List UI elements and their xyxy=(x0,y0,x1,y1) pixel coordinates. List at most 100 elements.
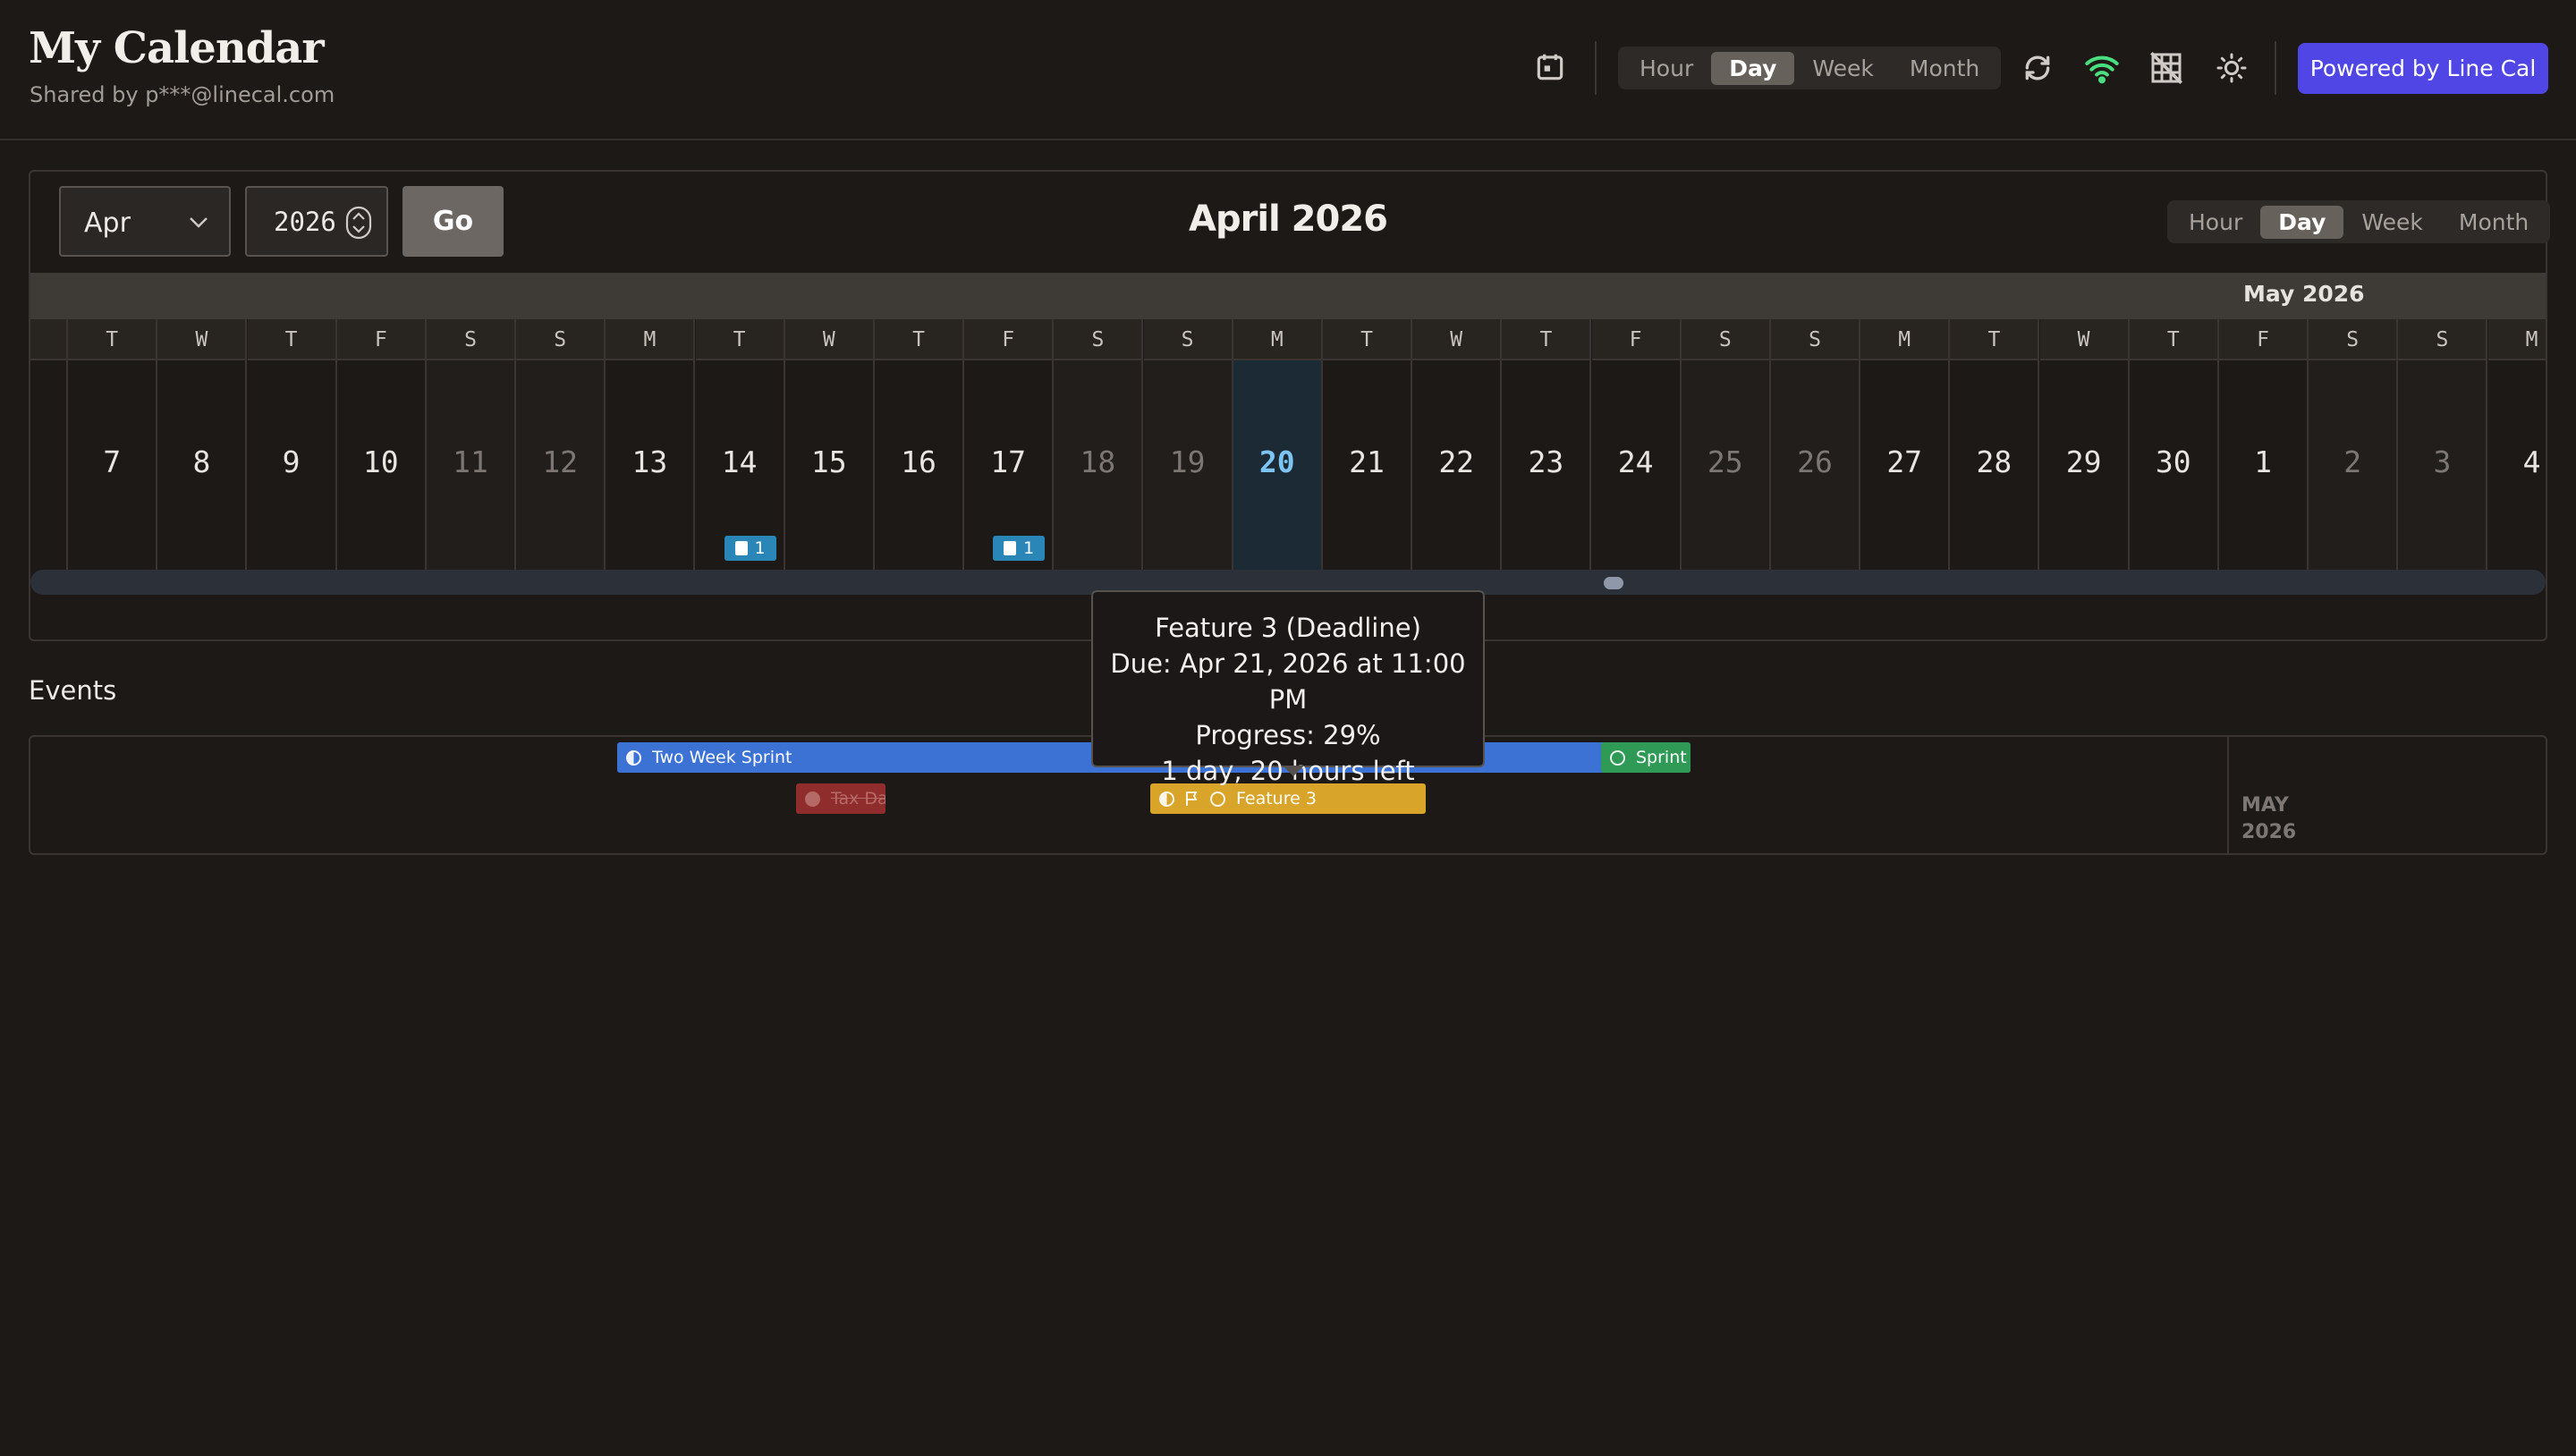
day-cell[interactable]: T 28 xyxy=(1950,319,2040,570)
day-cell[interactable]: S 18 xyxy=(1054,319,1144,570)
day-cell[interactable]: T 23 xyxy=(1502,319,1592,570)
note-icon xyxy=(1004,541,1017,555)
calendar-tab-month[interactable]: Month xyxy=(2441,206,2546,239)
day-cell[interactable]: S 19 xyxy=(1143,319,1233,570)
day-cell[interactable]: T 30 xyxy=(2129,319,2219,570)
header-tab-hour[interactable]: Hour xyxy=(1622,52,1711,85)
weekday-letter: W xyxy=(157,319,246,360)
day-number: 13 xyxy=(631,444,668,479)
month-marker-year: 2026 xyxy=(2241,821,2297,843)
weekday-letter: T xyxy=(1950,319,2038,360)
day-note-badge[interactable]: 1 xyxy=(724,536,776,561)
check-circle-icon xyxy=(805,791,820,807)
day-cell[interactable]: S 12 xyxy=(516,319,606,570)
day-cell[interactable]: W 29 xyxy=(2039,319,2130,570)
weekday-letter: S xyxy=(427,319,514,360)
day-cell[interactable]: W8 xyxy=(157,319,248,570)
calendar-tab-week[interactable]: Week xyxy=(2343,206,2441,239)
clock-icon xyxy=(1610,749,1625,766)
weekday-letter: F xyxy=(1591,319,1680,360)
day-cell[interactable]: M 13 xyxy=(606,319,696,570)
calendar-icon[interactable] xyxy=(1533,50,1567,84)
header-view-switcher: Hour Day Week Month xyxy=(1618,47,2002,89)
day-cell[interactable]: T 16 xyxy=(875,319,964,570)
grid-off-icon[interactable] xyxy=(2148,50,2184,86)
day-number: 15 xyxy=(810,444,847,479)
day-cell-today[interactable]: M 20 xyxy=(1233,319,1323,570)
brightness-icon[interactable] xyxy=(2214,50,2250,86)
day-number: 11 xyxy=(453,444,488,479)
tooltip-arrow xyxy=(1283,766,1304,776)
weekday-letter: S xyxy=(2309,319,2397,360)
weekday-letter: F xyxy=(2219,319,2307,360)
calendar-tab-hour[interactable]: Hour xyxy=(2171,206,2260,239)
app-header: My Calendar Shared by p***@linecal.com H… xyxy=(0,0,2576,140)
scrollbar-thumb[interactable] xyxy=(1604,577,1623,589)
day-number: 22 xyxy=(1438,444,1475,479)
day-number: 12 xyxy=(542,444,579,479)
weekday-letter: T xyxy=(1323,319,1411,360)
month-select[interactable]: Apr xyxy=(59,186,231,257)
app-title: My Calendar xyxy=(29,23,325,73)
day-cell[interactable]: T 14 1 xyxy=(695,319,785,570)
day-number: 18 xyxy=(1080,444,1116,479)
day-cell[interactable]: S2 xyxy=(2309,319,2399,570)
header-divider-2 xyxy=(2275,41,2276,95)
progress-half-icon xyxy=(1159,791,1174,807)
day-cell[interactable]: S 26 xyxy=(1771,319,1860,570)
day-cell[interactable]: M6 xyxy=(30,319,68,570)
day-number: 2 xyxy=(2343,444,2362,479)
day-number: 30 xyxy=(2155,444,2191,479)
day-number: 7 xyxy=(103,444,122,479)
event-tax-day[interactable]: Tax Day xyxy=(796,783,886,814)
day-cell[interactable]: S 11 xyxy=(427,319,516,570)
day-cell[interactable]: F1 xyxy=(2219,319,2309,570)
day-number: 24 xyxy=(1617,444,1654,479)
day-number: 14 xyxy=(721,444,758,479)
day-cell[interactable]: M4 xyxy=(2487,319,2546,570)
stepper-arrows-icon[interactable] xyxy=(345,206,372,240)
weekday-letter: T xyxy=(247,319,335,360)
go-button[interactable]: Go xyxy=(402,186,504,257)
day-cell[interactable]: T7 xyxy=(68,319,158,570)
weekday-letter: W xyxy=(2039,319,2128,360)
day-cell[interactable]: W 22 xyxy=(1412,319,1503,570)
day-note-badge[interactable]: 1 xyxy=(993,536,1046,561)
note-icon xyxy=(734,541,748,555)
day-cell[interactable]: S 25 xyxy=(1681,319,1771,570)
tooltip-due: Due: Apr 21, 2026 at 11:00 PM xyxy=(1110,648,1466,715)
day-number: 6 xyxy=(30,444,66,479)
day-cell[interactable]: M 27 xyxy=(1860,319,1951,570)
day-cell[interactable]: W 15 xyxy=(784,319,875,570)
header-tab-month[interactable]: Month xyxy=(1892,52,1997,85)
year-stepper[interactable]: 2026 xyxy=(245,186,388,257)
powered-by-button[interactable]: Powered by Line Cal xyxy=(2298,43,2548,94)
weekday-letter: S xyxy=(1681,319,1769,360)
day-cell[interactable]: S3 xyxy=(2398,319,2488,570)
event-label: Tax Day xyxy=(831,789,886,808)
month-header-strip xyxy=(30,273,2546,319)
day-number: 28 xyxy=(1976,444,2012,479)
day-cell[interactable]: T9 xyxy=(247,319,337,570)
day-cell[interactable]: F 24 xyxy=(1591,319,1682,570)
day-cell[interactable]: F 17 1 xyxy=(964,319,1055,570)
event-sprint[interactable]: Sprint xyxy=(1601,742,1690,773)
day-number: 1 xyxy=(2254,444,2272,479)
weekday-letter: M xyxy=(606,319,694,360)
chevron-down-icon xyxy=(190,217,208,228)
day-cell[interactable]: F 10 xyxy=(336,319,427,570)
badge-count: 1 xyxy=(754,538,766,558)
day-number: 9 xyxy=(282,444,301,479)
weekday-letter: S xyxy=(1054,319,1142,360)
tooltip-title: Feature 3 (Deadline) xyxy=(1155,613,1421,643)
refresh-icon[interactable] xyxy=(2020,50,2055,86)
weekday-letter: T xyxy=(1502,319,1590,360)
event-label: Two Week Sprint xyxy=(652,748,792,767)
header-tab-week[interactable]: Week xyxy=(1794,52,1892,85)
header-tab-day[interactable]: Day xyxy=(1711,51,1795,85)
wifi-icon[interactable] xyxy=(2084,50,2120,86)
weekday-letter: W xyxy=(784,319,873,360)
calendar-tab-day[interactable]: Day xyxy=(2260,205,2344,239)
day-cell[interactable]: T 21 xyxy=(1323,319,1412,570)
weekday-letter: S xyxy=(1771,319,1859,360)
